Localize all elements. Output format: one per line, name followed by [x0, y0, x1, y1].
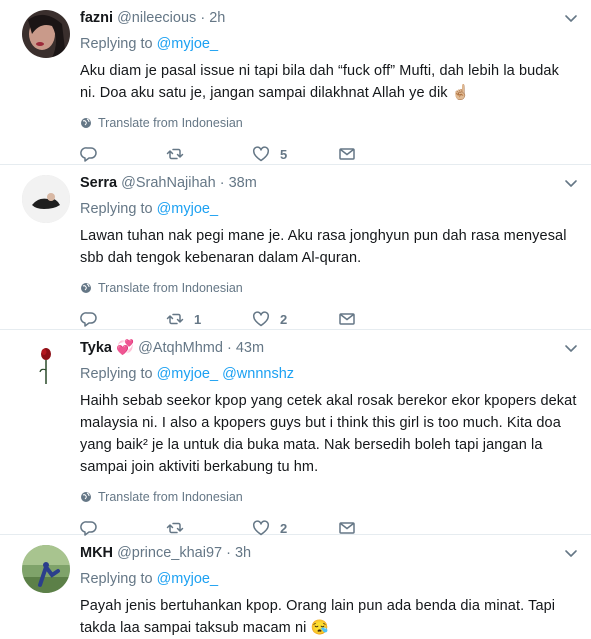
author-handle[interactable]: @SrahNajihah: [121, 175, 216, 191]
chevron-down-icon[interactable]: [563, 175, 579, 191]
separator-dot: ·: [226, 545, 231, 561]
reply-icon: [80, 310, 98, 328]
chevron-down-icon[interactable]: [563, 545, 579, 561]
globe-icon: [80, 491, 92, 503]
mention-link[interactable]: @myjoe_: [157, 366, 218, 382]
chevron-down-icon[interactable]: [563, 340, 579, 356]
replying-label: Replying to: [80, 366, 153, 382]
pointing-up-emoji: ☝🏼: [451, 85, 470, 101]
reply-button[interactable]: [80, 310, 166, 328]
like-count: 2: [280, 311, 288, 327]
retweet-icon: [166, 145, 184, 163]
chevron-down-icon[interactable]: [563, 10, 579, 26]
author-name[interactable]: Tyka: [80, 340, 112, 356]
separator-dot: ·: [219, 175, 225, 191]
author-name[interactable]: MKH: [80, 545, 113, 561]
author-handle[interactable]: @prince_khai97: [117, 545, 222, 561]
heart-icon: [252, 310, 270, 328]
envelope-icon: [338, 145, 356, 163]
tweet-text: Aku diam je pasal issue ni tapi bila dah…: [80, 60, 577, 104]
separator-dot: ·: [226, 340, 232, 356]
replying-label: Replying to: [80, 36, 153, 52]
timestamp[interactable]: 38m: [229, 175, 257, 191]
like-button[interactable]: 5: [252, 145, 338, 163]
author-handle[interactable]: @nileecious: [117, 10, 196, 26]
retweet-button[interactable]: 1: [166, 310, 252, 328]
dm-button[interactable]: [338, 310, 424, 328]
replying-to: Replying to @myjoe_: [80, 34, 577, 54]
envelope-icon: [338, 310, 356, 328]
like-count: 2: [280, 520, 288, 536]
tweet[interactable]: Serra @SrahNajihah · 38m Replying to @my…: [0, 165, 591, 330]
tweet-body: Lawan tuhan nak pegi mane je. Aku rasa j…: [80, 228, 567, 266]
avatar[interactable]: [22, 10, 70, 58]
timestamp[interactable]: 43m: [236, 340, 264, 356]
dm-button[interactable]: [338, 145, 424, 163]
action-bar: 5: [80, 144, 577, 164]
sleepy-face-emoji: 😪: [310, 620, 329, 636]
replying-label: Replying to: [80, 201, 153, 217]
retweet-count: 1: [194, 311, 202, 327]
replying-to: Replying to @myjoe_ @wnnnshz: [80, 364, 577, 384]
translate-label[interactable]: Translate from Indonesian: [98, 281, 243, 295]
replying-to: Replying to @myjoe_: [80, 199, 577, 219]
retweet-icon: [166, 310, 184, 328]
timestamp[interactable]: 2h: [209, 10, 225, 26]
translate-label[interactable]: Translate from Indonesian: [98, 490, 243, 504]
translate-link[interactable]: Translate from Indonesian: [80, 281, 577, 295]
tweet[interactable]: Tyka 💞 @AtqhMhmd · 43m Replying to @myjo…: [0, 330, 591, 535]
tweet-body: Haihh sebab seekor kpop yang cetek akal …: [80, 393, 577, 475]
retweet-button[interactable]: [166, 145, 252, 163]
globe-icon: [80, 117, 92, 129]
tweet-body: Aku diam je pasal issue ni tapi bila dah…: [80, 63, 559, 101]
translate-label[interactable]: Translate from Indonesian: [98, 116, 243, 130]
translate-link[interactable]: Translate from Indonesian: [80, 490, 577, 504]
translate-link[interactable]: Translate from Indonesian: [80, 116, 577, 130]
like-button[interactable]: 2: [252, 310, 338, 328]
tweet-text: Payah jenis bertuhankan kpop. Orang lain…: [80, 595, 577, 639]
tweet[interactable]: MKH @prince_khai97 · 3h Replying to @myj…: [0, 535, 591, 636]
reply-icon: [80, 145, 98, 163]
tweet[interactable]: fazni @nileecious · 2h Replying to @myjo…: [0, 0, 591, 165]
like-count: 5: [280, 146, 288, 162]
globe-icon: [80, 282, 92, 294]
mention-link[interactable]: @myjoe_: [157, 201, 218, 217]
timestamp[interactable]: 3h: [235, 545, 251, 561]
replying-label: Replying to: [80, 571, 153, 587]
reply-button[interactable]: [80, 145, 166, 163]
heart-icon: [252, 145, 270, 163]
avatar[interactable]: [22, 175, 70, 223]
hearts-emoji: 💞: [116, 340, 135, 356]
author-name[interactable]: fazni: [80, 10, 113, 26]
replying-to: Replying to @myjoe_: [80, 569, 577, 589]
avatar[interactable]: [22, 340, 70, 388]
tweet-text: Lawan tuhan nak pegi mane je. Aku rasa j…: [80, 225, 577, 269]
mention-link[interactable]: @wnnnshz: [222, 366, 294, 382]
tweet-text: Haihh sebab seekor kpop yang cetek akal …: [80, 390, 577, 478]
author-handle[interactable]: @AtqhMhmd: [138, 340, 223, 356]
author-name[interactable]: Serra: [80, 175, 117, 191]
avatar[interactable]: [22, 545, 70, 593]
separator-dot: ·: [200, 10, 206, 26]
action-bar: 1 2: [80, 309, 577, 329]
mention-link[interactable]: @myjoe_: [157, 571, 218, 587]
mention-link[interactable]: @myjoe_: [157, 36, 218, 52]
